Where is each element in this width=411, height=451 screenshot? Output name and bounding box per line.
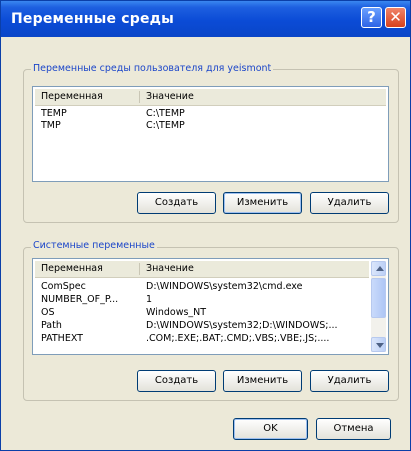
variable-value: C:\TEMP (146, 120, 185, 131)
list-header: Переменная Значение (35, 261, 369, 278)
environment-variables-dialog: Переменные среды ? ✕ Переменные среды по… (0, 0, 411, 451)
list-item[interactable]: NUMBER_OF_P... 1 (35, 294, 369, 306)
user-variables-label: Переменные среды пользователя для yeismo… (31, 63, 274, 74)
variable-value: C:\TEMP (146, 108, 185, 119)
user-edit-button[interactable]: Изменить (223, 192, 302, 214)
title-bar[interactable]: Переменные среды ? ✕ (1, 1, 410, 37)
cancel-button[interactable]: Отмена (316, 418, 391, 440)
scroll-down-button[interactable] (371, 337, 386, 352)
variable-value: 1 (146, 294, 153, 305)
system-variables-list[interactable]: Переменная Значение ComSpec D:\WINDOWS\s… (32, 258, 389, 355)
variable-value: Windows_NT (146, 307, 207, 318)
list-header: Переменная Значение (35, 89, 386, 106)
list-item[interactable]: PATHEXT .COM;.EXE;.BAT;.CMD;.VBS;.VBE;.J… (35, 333, 369, 345)
variable-name: OS (41, 307, 55, 318)
variable-name: TEMP (41, 108, 67, 119)
column-header-variable[interactable]: Переменная (41, 263, 103, 274)
vertical-scrollbar[interactable] (371, 261, 386, 352)
system-delete-button[interactable]: Удалить (310, 370, 389, 392)
scroll-up-button[interactable] (371, 261, 386, 276)
system-edit-button[interactable]: Изменить (223, 370, 302, 392)
system-create-button[interactable]: Создать (137, 370, 216, 392)
window-title: Переменные среды (11, 11, 175, 27)
arrow-down-icon (376, 343, 384, 348)
variable-name: TMP (41, 120, 61, 131)
close-button[interactable]: ✕ (385, 7, 406, 28)
column-header-value[interactable]: Значение (146, 91, 194, 102)
variable-name: Path (41, 320, 62, 331)
variable-name: NUMBER_OF_P... (41, 294, 119, 305)
user-create-button[interactable]: Создать (137, 192, 216, 214)
column-header-variable[interactable]: Переменная (41, 91, 103, 102)
column-separator[interactable] (139, 263, 140, 275)
variable-value: D:\WINDOWS\system32;D:\WINDOWS;... (146, 320, 338, 331)
variable-value: .COM;.EXE;.BAT;.CMD;.VBS;.VBE;.JS;.... (146, 333, 330, 344)
column-header-value[interactable]: Значение (146, 263, 194, 274)
list-item[interactable]: TEMP C:\TEMP (35, 108, 388, 120)
list-item[interactable]: ComSpec D:\WINDOWS\system32\cmd.exe (35, 281, 369, 293)
user-delete-button[interactable]: Удалить (310, 192, 389, 214)
user-variables-list[interactable]: Переменная Значение TEMP C:\TEMP TMP C:\… (32, 86, 389, 182)
scrollbar-thumb[interactable] (371, 278, 386, 318)
column-separator[interactable] (139, 91, 140, 103)
arrow-up-icon (376, 266, 384, 271)
list-item[interactable]: Path D:\WINDOWS\system32;D:\WINDOWS;... (35, 320, 369, 332)
help-button[interactable]: ? (361, 7, 382, 28)
list-item[interactable]: OS Windows_NT (35, 307, 369, 319)
system-variables-label: Системные переменные (31, 240, 157, 251)
ok-button[interactable]: OK (233, 418, 308, 440)
variable-value: D:\WINDOWS\system32\cmd.exe (146, 281, 303, 292)
list-item[interactable]: TMP C:\TEMP (35, 120, 388, 132)
variable-name: PATHEXT (41, 333, 83, 344)
variable-name: ComSpec (41, 281, 86, 292)
